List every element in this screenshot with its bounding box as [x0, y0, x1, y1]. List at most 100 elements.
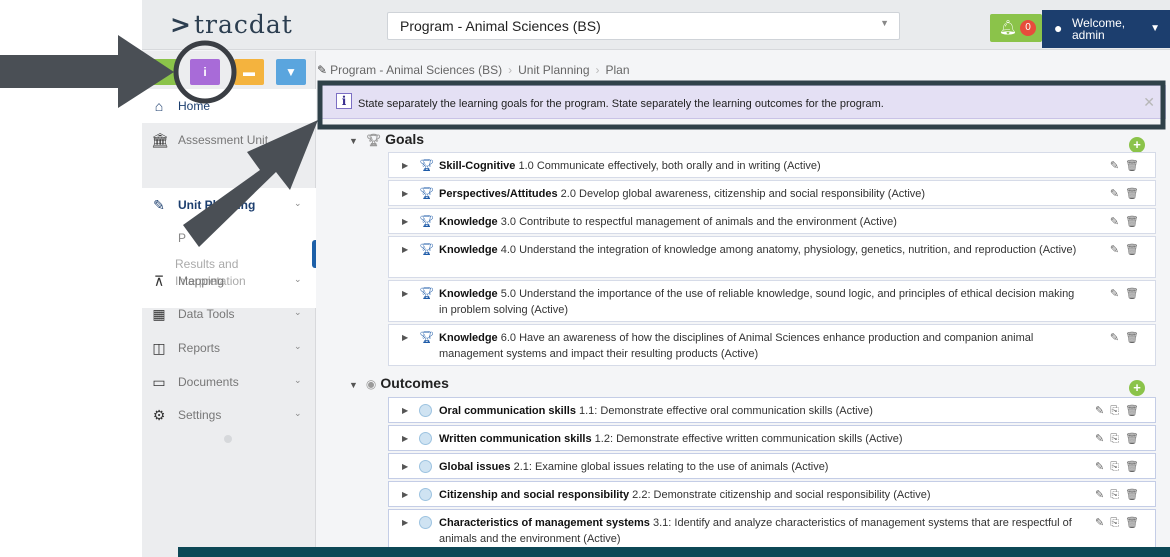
goal-row[interactable]: ▶ 🏆︎ Perspectives/Attitudes 2.0 Develop …	[388, 180, 1156, 206]
sidebar-item-assessment-unit[interactable]: 🏛︎ Assessment Unit ⌄	[142, 123, 316, 157]
row-actions[interactable]: ✎⎘🗑︎	[1095, 404, 1145, 418]
trash-icon[interactable]: 🗑︎	[1125, 489, 1145, 501]
chevron-down-icon: ⌄	[294, 274, 302, 284]
sidebar-item-settings[interactable]: ⚙ Settings ⌄	[142, 398, 316, 432]
goal-row[interactable]: ▶ 🏆︎ Knowledge 5.0 Understand the import…	[388, 280, 1156, 322]
goal-name: Knowledge	[439, 288, 498, 300]
user-menu-button[interactable]: ● Welcome, admin ▼	[1042, 10, 1170, 48]
trash-icon[interactable]: 🗑︎	[1125, 244, 1145, 256]
row-actions[interactable]: ✎⎘🗑︎	[1095, 460, 1145, 474]
folder-icon: ▭	[152, 374, 166, 390]
trash-icon[interactable]: 🗑︎	[1125, 288, 1145, 300]
notifications-button[interactable]: 🔔︎ 0	[990, 14, 1042, 42]
trash-icon[interactable]: 🗑︎	[1125, 216, 1145, 228]
sidebar-item-reports[interactable]: ◫ Reports ⌄	[142, 331, 316, 365]
trash-icon[interactable]: 🗑︎	[1125, 405, 1145, 417]
sidebar-item-mapping[interactable]: ⊼ Mapping ⌄	[142, 264, 316, 298]
breadcrumb-item[interactable]: Unit Planning	[518, 63, 589, 77]
edit-icon[interactable]: ✎	[1110, 216, 1125, 228]
edit-icon[interactable]: ✎	[1110, 332, 1125, 344]
row-actions[interactable]: ✎⎘🗑︎	[1095, 516, 1145, 530]
row-actions[interactable]: ✎🗑︎	[1110, 159, 1145, 172]
row-actions[interactable]: ✎🗑︎	[1110, 243, 1145, 256]
trash-icon[interactable]: 🗑︎	[1125, 332, 1145, 344]
row-actions[interactable]: ✎🗑︎	[1110, 215, 1145, 228]
edit-icon[interactable]: ✎	[1095, 405, 1110, 417]
main-content: ✎ Program - Animal Sciences (BS) › Unit Pla…	[317, 51, 1170, 557]
goal-row[interactable]: ▶ 🏆︎ Knowledge 3.0 Contribute to respect…	[388, 208, 1156, 234]
expand-triangle-icon: ▶	[402, 333, 409, 342]
row-actions[interactable]: ✎🗑︎	[1110, 287, 1145, 300]
goal-row[interactable]: ▶ 🏆︎ Knowledge 4.0 Understand the integr…	[388, 236, 1156, 278]
edit-icon[interactable]: ✎	[1095, 517, 1110, 529]
sidebar-item-label: Settings	[178, 408, 222, 422]
outcome-row[interactable]: ▶ Citizenship and social responsibility …	[388, 481, 1156, 507]
add-outcome-button[interactable]: +	[1129, 380, 1145, 396]
outcome-row[interactable]: ▶ Global issues 2.1: Examine global issu…	[388, 453, 1156, 479]
row-actions[interactable]: ✎🗑︎	[1110, 331, 1145, 344]
goals-section-header[interactable]: ▼ 🏆︎ Goals	[349, 131, 424, 147]
outcome-text: 2.2: Demonstrate citizenship and social …	[632, 489, 931, 501]
trash-icon[interactable]: 🗑︎	[1125, 188, 1145, 200]
add-tool-button[interactable]	[148, 59, 178, 85]
info-tool-button[interactable]: i	[190, 59, 220, 85]
trash-icon[interactable]: 🗑︎	[1125, 461, 1145, 473]
copy-icon[interactable]: ⎘	[1110, 517, 1125, 529]
sidebar-item-label: Reports	[178, 341, 221, 355]
goal-row[interactable]: ▶ 🏆︎ Knowledge 6.0 Have an awareness of …	[388, 324, 1156, 366]
pencil-icon: ✎	[153, 197, 165, 213]
logo-text: tracdat	[193, 10, 293, 39]
list-tool-button[interactable]: ▬	[234, 59, 264, 85]
outcome-text: 2.1: Examine global issues relating to t…	[513, 461, 829, 473]
add-goal-button[interactable]: +	[1129, 137, 1145, 153]
outcome-row[interactable]: ▶ Written communication skills 1.2: Demo…	[388, 425, 1156, 451]
outcome-row[interactable]: ▶ Characteristics of management systems …	[388, 509, 1156, 551]
bottom-bar	[178, 547, 1170, 557]
sidebar-item-data-tools[interactable]: ▦ Data Tools ⌄	[142, 297, 316, 331]
row-actions[interactable]: ✎⎘🗑︎	[1095, 488, 1145, 502]
edit-icon[interactable]: ✎	[1095, 433, 1110, 445]
sidebar-item-documents[interactable]: ▭ Documents ⌄	[142, 365, 316, 399]
edit-icon[interactable]: ✎	[1095, 461, 1110, 473]
goal-text: 2.0 Develop global awareness, citizenshi…	[560, 188, 926, 200]
gear-icon: ⚙	[152, 407, 166, 423]
target-icon: ◉	[365, 377, 377, 391]
trash-icon[interactable]: 🗑︎	[1125, 517, 1145, 529]
goal-text: 5.0 Understand the importance of the use…	[439, 288, 1075, 316]
outcome-row[interactable]: ▶ Oral communication skills 1.1: Demonst…	[388, 397, 1156, 423]
edit-icon[interactable]: ✎	[1110, 244, 1125, 256]
filter-tool-button[interactable]: ▼	[276, 59, 306, 85]
trophy-icon: 🏆︎	[365, 133, 382, 147]
sidebar-subitem-plan[interactable]: P	[178, 231, 186, 245]
trash-icon[interactable]: 🗑︎	[1125, 160, 1145, 172]
goal-row[interactable]: ▶ 🏆︎ Skill-Cognitive 1.0 Communicate eff…	[388, 152, 1156, 178]
sitemap-icon: ⊼	[153, 273, 165, 289]
close-icon[interactable]: ✕	[1143, 94, 1155, 111]
logo-chevron: >	[170, 10, 192, 39]
breadcrumb-item[interactable]: Program - Animal Sciences (BS)	[330, 63, 502, 77]
edit-icon[interactable]: ✎	[1110, 160, 1125, 172]
trash-icon[interactable]: 🗑︎	[1125, 433, 1145, 445]
goal-name: Skill-Cognitive	[439, 160, 516, 172]
edit-icon[interactable]: ✎	[1095, 489, 1110, 501]
institution-icon: 🏛︎	[151, 132, 169, 148]
trophy-icon: 🏆︎	[419, 242, 435, 256]
outcome-name: Oral communication skills	[439, 405, 576, 417]
row-actions[interactable]: ✎⎘🗑︎	[1095, 432, 1145, 446]
edit-icon[interactable]: ✎	[1110, 288, 1125, 300]
copy-icon[interactable]: ⎘	[1110, 489, 1125, 501]
sidebar-item-home[interactable]: ⌂ Home	[142, 89, 316, 123]
goal-text: 6.0 Have an awareness of how the discipl…	[439, 332, 1034, 360]
copy-icon[interactable]: ⎘	[1110, 461, 1125, 473]
trophy-icon: 🏆︎	[419, 186, 435, 200]
row-actions[interactable]: ✎🗑︎	[1110, 187, 1145, 200]
copy-icon[interactable]: ⎘	[1110, 433, 1125, 445]
outcomes-section-header[interactable]: ▼ ◉ Outcomes	[349, 375, 449, 391]
edit-icon[interactable]: ✎	[1110, 188, 1125, 200]
sidebar-item-label: Assessment Unit	[178, 133, 269, 147]
copy-icon[interactable]: ⎘	[1110, 405, 1125, 417]
program-select[interactable]: Program - Animal Sciences (BS) ▼	[387, 12, 900, 40]
table-icon: ▦	[152, 306, 166, 322]
sidebar-collapse-handle[interactable]	[224, 435, 232, 443]
tracdat-logo[interactable]: >tracdat	[170, 10, 293, 39]
